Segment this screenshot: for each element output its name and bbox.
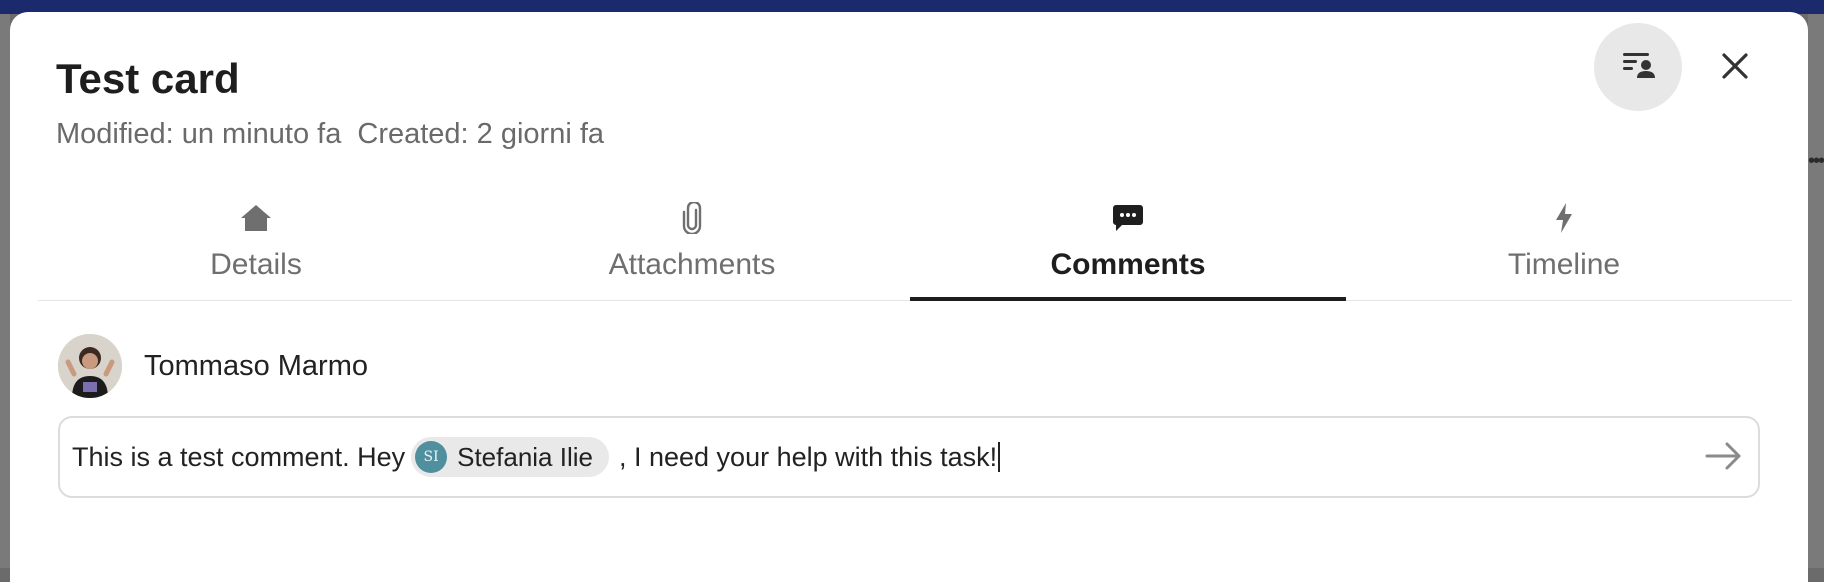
tab-attachments[interactable]: Attachments xyxy=(474,182,910,300)
tab-attachments-label: Attachments xyxy=(608,248,776,281)
comment-text-after: , I need your help with this task! xyxy=(618,441,998,472)
comment-text-before: This is a test comment. Hey xyxy=(72,441,406,472)
card-detail-modal: Test card Modified: un minuto fa Created… xyxy=(10,12,1808,582)
home-icon xyxy=(239,198,273,238)
background-more-icon: ••• xyxy=(1808,150,1824,172)
lightning-icon xyxy=(1553,198,1575,238)
card-title[interactable]: Test card xyxy=(56,54,240,104)
tab-comments[interactable]: Comments xyxy=(910,182,1346,301)
tab-details-label: Details xyxy=(210,248,302,281)
paperclip-icon xyxy=(681,198,703,238)
modified-date: Modified: un minuto fa xyxy=(56,118,342,150)
arrow-right-icon xyxy=(1705,441,1743,476)
tab-timeline-label: Timeline xyxy=(1507,248,1621,281)
comment-text[interactable]: This is a test comment. Hey SI Stefania … xyxy=(72,437,1001,477)
comment-input[interactable]: This is a test comment. Hey SI Stefania … xyxy=(58,416,1760,498)
mention-name: Stefania Ilie xyxy=(457,441,593,472)
card-tabs: Details Attachments Comments Timeline xyxy=(38,182,1792,301)
text-caret xyxy=(998,442,1001,472)
sidebar-toggle-button[interactable] xyxy=(1594,23,1682,111)
background-overlay-right xyxy=(1808,14,1824,568)
tab-timeline[interactable]: Timeline xyxy=(1346,182,1782,300)
sidebar-toggle-icon xyxy=(1621,48,1655,87)
avatar xyxy=(58,334,122,398)
author-name: Tommaso Marmo xyxy=(144,349,368,382)
card-dates: Modified: un minuto fa Created: 2 giorni… xyxy=(56,116,612,152)
comment-icon xyxy=(1112,198,1144,238)
send-comment-button[interactable] xyxy=(1704,438,1744,478)
mention-avatar: SI xyxy=(415,441,448,473)
comment-author: Tommaso Marmo xyxy=(58,334,368,398)
close-icon xyxy=(1720,51,1750,86)
tab-details[interactable]: Details xyxy=(38,182,474,300)
mention-chip[interactable]: SI Stefania Ilie xyxy=(411,437,609,477)
tab-comments-label: Comments xyxy=(1050,248,1206,281)
close-button[interactable] xyxy=(1710,43,1760,93)
background-overlay-left xyxy=(0,14,10,568)
created-date: Created: 2 giorni fa xyxy=(357,118,605,150)
